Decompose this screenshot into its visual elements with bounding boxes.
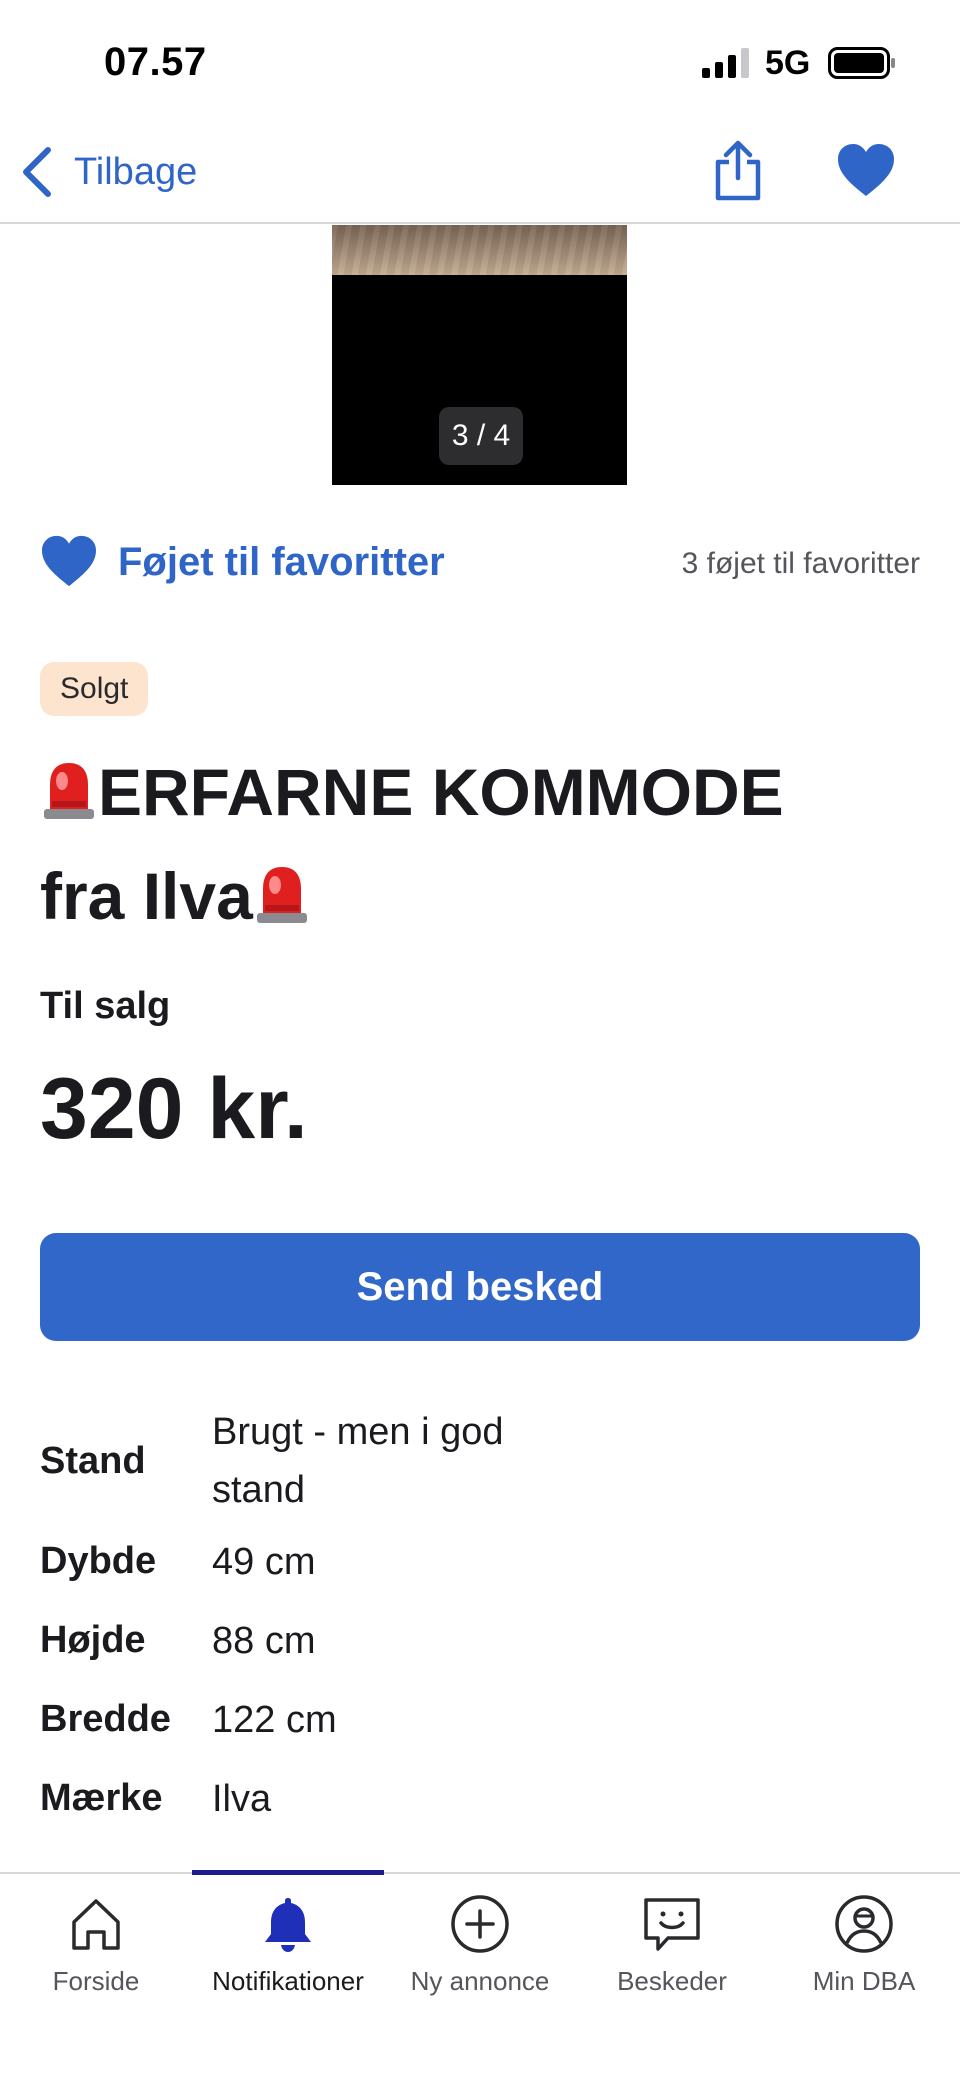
favorite-heart-icon[interactable]	[836, 142, 896, 198]
active-tab-indicator	[192, 1870, 384, 1875]
tab-label: Min DBA	[812, 1966, 916, 1996]
profile-icon	[835, 1895, 893, 1953]
tab-label: Forside	[52, 1966, 140, 1996]
listing-title: ERFARNE KOMMODE fra Ilva	[40, 740, 900, 948]
nav-bar: Tilbage	[0, 120, 960, 224]
listing-screen: 07.57 5G Tilbage 3 / 4 Føjet til favorit…	[0, 0, 960, 2078]
status-badge: Solgt	[40, 662, 149, 716]
favorited-heart-icon[interactable]	[40, 534, 98, 588]
chevron-left-icon	[23, 147, 51, 197]
status-bar: 07.57 5G	[0, 0, 960, 120]
send-message-button[interactable]: Send besked	[40, 1233, 920, 1341]
chat-icon	[644, 1898, 700, 1951]
spec-value: Brugt - men i god stand	[212, 1411, 504, 1511]
spec-label: Højde	[40, 1619, 146, 1661]
listing-type: Til salg	[40, 985, 171, 1027]
spec-value: Ilva	[212, 1777, 272, 1820]
share-icon[interactable]	[712, 138, 764, 202]
police-light-icon	[256, 867, 307, 923]
image-gallery[interactable]: 3 / 4	[332, 225, 627, 485]
tab-notifikationer[interactable]: Notifikationer	[192, 1892, 384, 2002]
spec-label: Stand	[40, 1439, 146, 1482]
favorites-row: Føjet til favoritter 3 føjet til favorit…	[40, 530, 920, 594]
image-counter: 3 / 4	[439, 407, 523, 465]
tab-beskeder[interactable]: Beskeder	[576, 1892, 768, 2002]
spec-label: Bredde	[40, 1698, 171, 1740]
spec-value: 49 cm	[212, 1540, 316, 1583]
tab-bar: Forside Notifikationer Ny annonce Besked…	[0, 1870, 960, 2078]
home-icon	[72, 1899, 120, 1950]
tab-forside[interactable]: Forside	[0, 1892, 192, 2002]
bell-icon	[265, 1898, 311, 1952]
tab-label: Beskeder	[617, 1966, 727, 1996]
title-line-2: fra Ilva	[40, 859, 253, 933]
spec-label: Mærke	[40, 1777, 163, 1819]
favorite-count: 3 føjet til favoritter	[681, 547, 920, 580]
plus-circle-icon	[451, 1895, 509, 1953]
police-light-icon	[44, 763, 94, 819]
spec-label: Dybde	[40, 1540, 157, 1582]
back-button[interactable]: Tilbage	[20, 146, 197, 198]
spec-value: 122 cm	[212, 1698, 337, 1741]
cellular-signal-icon	[702, 48, 749, 78]
listing-price: 320 kr.	[40, 1061, 308, 1157]
tab-ny-annonce[interactable]: Ny annonce	[384, 1892, 576, 2002]
spec-row-bredde: Bredde 122 cm	[40, 1680, 920, 1759]
spec-row-dybde: Dybde 49 cm	[40, 1522, 920, 1601]
tab-label: Ny annonce	[410, 1966, 550, 1996]
tab-min-dba[interactable]: Min DBA	[768, 1892, 960, 2002]
specs-table: Stand Brugt - men i god stand Dybde 49 c…	[40, 1400, 920, 1838]
tab-label: Notifikationer	[212, 1966, 364, 1996]
spec-row-stand: Stand Brugt - men i god stand	[40, 1400, 920, 1522]
spec-row-maerke: Mærke Ilva	[40, 1759, 920, 1838]
favorite-status-label[interactable]: Føjet til favoritter	[118, 540, 445, 585]
spec-row-hojde: Højde 88 cm	[40, 1601, 920, 1680]
battery-icon	[828, 47, 895, 79]
listing-photo	[332, 225, 627, 275]
spec-value: 88 cm	[212, 1619, 316, 1662]
title-line-1: ERFARNE KOMMODE	[98, 755, 784, 829]
network-type: 5G	[765, 44, 811, 82]
status-time: 07.57	[104, 40, 207, 84]
back-label: Tilbage	[74, 150, 198, 193]
